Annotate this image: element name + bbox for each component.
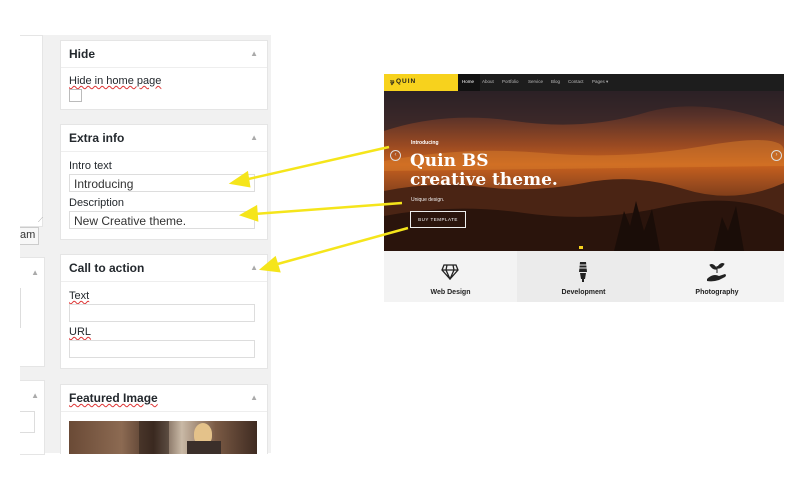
- annotation-arrows: [228, 145, 409, 273]
- arrow-intro-head-icon: [228, 170, 251, 188]
- arrow-description-line: [253, 201, 403, 216]
- arrow-intro-line: [243, 145, 390, 182]
- arrow-description-head-icon: [238, 204, 259, 222]
- arrow-cta-line: [273, 226, 409, 267]
- arrow-cta-head-icon: [258, 255, 281, 273]
